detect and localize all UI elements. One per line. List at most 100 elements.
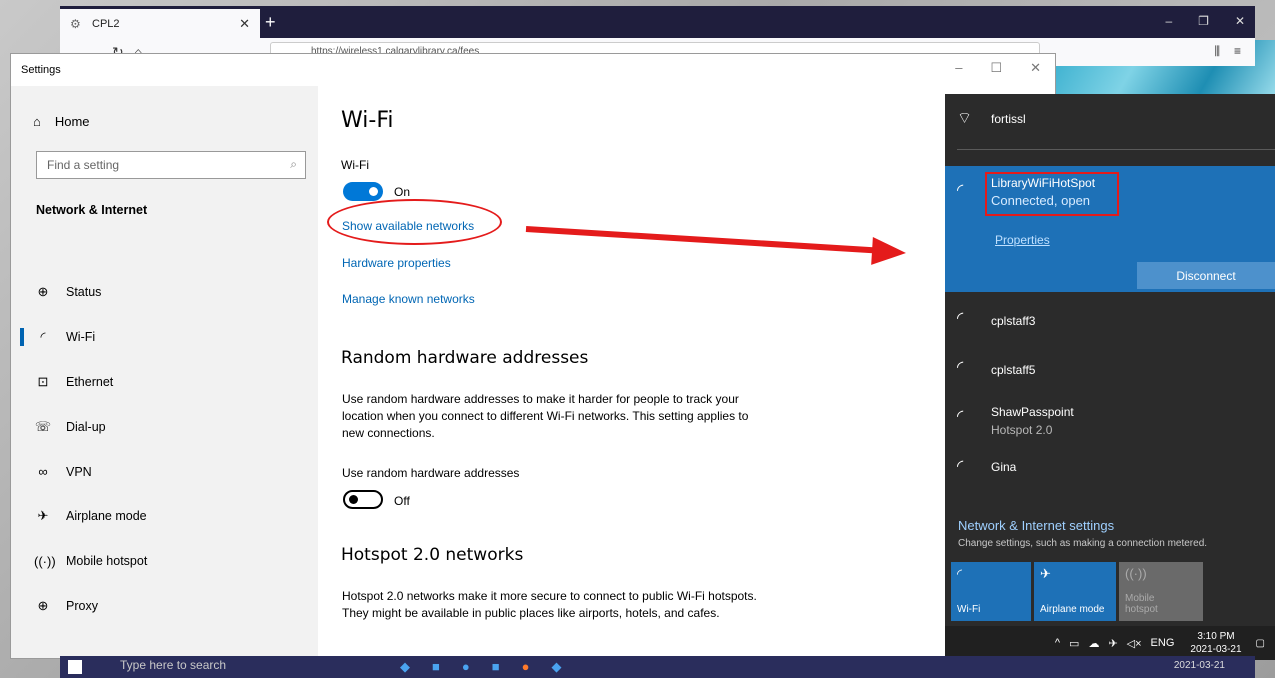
browser-tab[interactable]: ⚙ CPL2 ✕ (60, 9, 260, 38)
minimize-button[interactable]: – (1165, 14, 1172, 28)
wifi-toggle[interactable] (343, 182, 383, 201)
airplane-icon: ✈ (1040, 566, 1051, 581)
sidebar-item-home[interactable]: ⌂ Home (33, 114, 90, 129)
sidebar-item-airplane-mode[interactable]: ✈ Airplane mode (11, 494, 318, 539)
sidebar-item-status[interactable]: ⊕ Status (11, 270, 318, 315)
sidebar-item-label: Airplane mode (66, 509, 147, 524)
network-properties-link[interactable]: Properties (995, 233, 1050, 247)
sidebar-item-dialup[interactable]: ☏ Dial-up (11, 404, 318, 449)
maximize-button[interactable]: ❐ (1198, 14, 1209, 28)
language-indicator[interactable]: ENG (1151, 637, 1175, 649)
quick-action-wifi[interactable]: ◜ Wi-Fi (951, 562, 1031, 621)
search-placeholder: Find a setting (47, 158, 120, 172)
search-input[interactable]: Find a setting ⌕ (36, 151, 306, 179)
quick-action-label: Wi-Fi (957, 604, 981, 615)
hotspot-icon: ((·)) (1125, 566, 1147, 581)
wifi-toggle-state: On (394, 185, 411, 199)
globe-icon: ⊕ (37, 597, 49, 613)
sidebar-item-mobile-hotspot[interactable]: ((·)) Mobile hotspot (11, 539, 318, 584)
annotation-box (985, 172, 1119, 216)
wifi-icon: ◜ (957, 182, 964, 199)
wifi-secure-icon: ◜ (957, 408, 964, 425)
volume-icon[interactable]: ◁× (1127, 637, 1142, 650)
wifi-icon: ◜ (957, 566, 963, 581)
sidebar-item-label: Status (66, 285, 102, 300)
quick-action-label: Airplane mode (1040, 604, 1105, 615)
sidebar-item-wifi[interactable]: ◜ Wi-Fi (11, 315, 318, 360)
annotation-ellipse (327, 199, 502, 245)
quick-action-label: Mobile hotspot (1125, 593, 1158, 615)
quick-action-mobile-hotspot[interactable]: ((·)) Mobile hotspot (1119, 562, 1203, 621)
quick-action-airplane[interactable]: ✈ Airplane mode (1034, 562, 1116, 621)
network-name: cplstaff3 (991, 314, 1036, 328)
maximize-button[interactable]: ☐ (990, 60, 1002, 76)
edge-icon[interactable]: ● (462, 659, 470, 675)
dialup-icon: ☏ (34, 418, 52, 434)
sidebar-item-label: VPN (66, 464, 92, 479)
sidebar-item-label: Ethernet (66, 374, 114, 389)
network-flyout: ⌔ fortissl ◜ LibraryWiFiHotSpot Connecte… (945, 94, 1275, 626)
minimize-button[interactable]: – (955, 60, 962, 76)
window-title: Settings (21, 64, 61, 76)
wifi-secure-icon: ◜ (957, 359, 964, 376)
network-name: cplstaff5 (991, 363, 1036, 377)
home-icon: ⌂ (33, 114, 41, 129)
menu-icon[interactable]: ≡ (1234, 44, 1241, 59)
sidebar-item-label: Wi-Fi (66, 330, 96, 345)
new-tab-button[interactable]: + (265, 12, 276, 33)
start-icon[interactable] (68, 660, 82, 674)
close-icon[interactable]: ✕ (239, 16, 250, 32)
close-button[interactable]: ✕ (1235, 14, 1245, 28)
settings-window: Settings – ☐ ✕ ⌂ Home Find a setting ⌕ N… (10, 53, 1056, 659)
taskbar-search[interactable]: Type here to search (120, 658, 226, 672)
manage-known-networks-link[interactable]: Manage known networks (342, 292, 475, 306)
wifi-icon: ◜ (40, 329, 46, 345)
chevron-up-icon[interactable]: ^ (1055, 637, 1060, 649)
sidebar-item-ethernet[interactable]: ⊡ Ethernet (11, 360, 318, 405)
twitter-icon[interactable]: ◆ (400, 659, 410, 675)
random-hw-heading: Random hardware addresses (341, 348, 589, 368)
hotspot20-description: Hotspot 2.0 networks make it more secure… (342, 589, 757, 620)
airplane-icon: ✈ (37, 508, 49, 524)
network-item-connected[interactable]: ◜ LibraryWiFiHotSpot Connected, open Pro… (945, 166, 1275, 292)
hotspot20-heading: Hotspot 2.0 networks (341, 545, 524, 565)
pinned-apps: ◆ ■ ● ■ ● ◆ (400, 659, 561, 675)
annotation-arrow-head (871, 236, 907, 268)
battery-icon[interactable]: ▭ (1069, 637, 1079, 650)
network-icon[interactable]: ✈ (1108, 637, 1117, 650)
browser-tab-title: CPL2 (92, 17, 120, 30)
wifi-secure-icon: ◜ (957, 458, 964, 475)
close-button[interactable]: ✕ (1030, 60, 1041, 76)
file-explorer-icon[interactable]: ■ (432, 659, 440, 675)
page-title: Wi-Fi (341, 108, 394, 133)
notification-icon[interactable]: ▢ (1256, 638, 1265, 649)
taskbar: Type here to search ◆ ■ ● ■ ● ◆ 2021-03-… (60, 656, 1255, 678)
vpn-icon: ∞ (38, 464, 48, 480)
library-icon[interactable]: ⫼ (1214, 44, 1220, 59)
settings-sidebar: ⌂ Home Find a setting ⌕ Network & Intern… (11, 86, 318, 658)
sidebar-item-proxy[interactable]: ⊕ Proxy (11, 584, 318, 629)
hotspot-icon: ((·)) (34, 553, 56, 569)
cloud-icon[interactable]: ☁ (1088, 637, 1099, 650)
browser-tabstrip: ⚙ CPL2 ✕ + – ❐ ✕ (60, 6, 1255, 38)
disconnect-button[interactable]: Disconnect (1137, 262, 1275, 289)
clock[interactable]: 3:10 PM 2021-03-21 (1190, 630, 1241, 656)
random-hw-toggle-state: Off (394, 494, 410, 508)
divider (957, 149, 1275, 150)
mail-icon[interactable]: ■ (492, 659, 500, 675)
sidebar-section-heading: Network & Internet (36, 203, 148, 217)
network-settings-subtitle: Change settings, such as making a connec… (958, 538, 1208, 549)
network-settings-link[interactable]: Network & Internet settings (958, 518, 1114, 533)
random-hw-toggle[interactable] (343, 490, 383, 509)
hardware-properties-link[interactable]: Hardware properties (342, 256, 451, 270)
ethernet-icon: ⊡ (37, 373, 49, 389)
clock-time: 3:10 PM (1197, 631, 1235, 642)
sidebar-item-label: Dial-up (66, 419, 106, 434)
sidebar-item-vpn[interactable]: ∞ VPN (11, 449, 318, 494)
network-name: fortissl (991, 112, 1026, 126)
app-icon[interactable]: ◆ (551, 659, 561, 675)
firefox-icon[interactable]: ● (522, 659, 530, 675)
mirrored-date: 2021-03-21 (1173, 660, 1225, 671)
globe-icon: ⊕ (37, 284, 49, 300)
browser-tools: ⫼ ≡ (1214, 44, 1241, 59)
